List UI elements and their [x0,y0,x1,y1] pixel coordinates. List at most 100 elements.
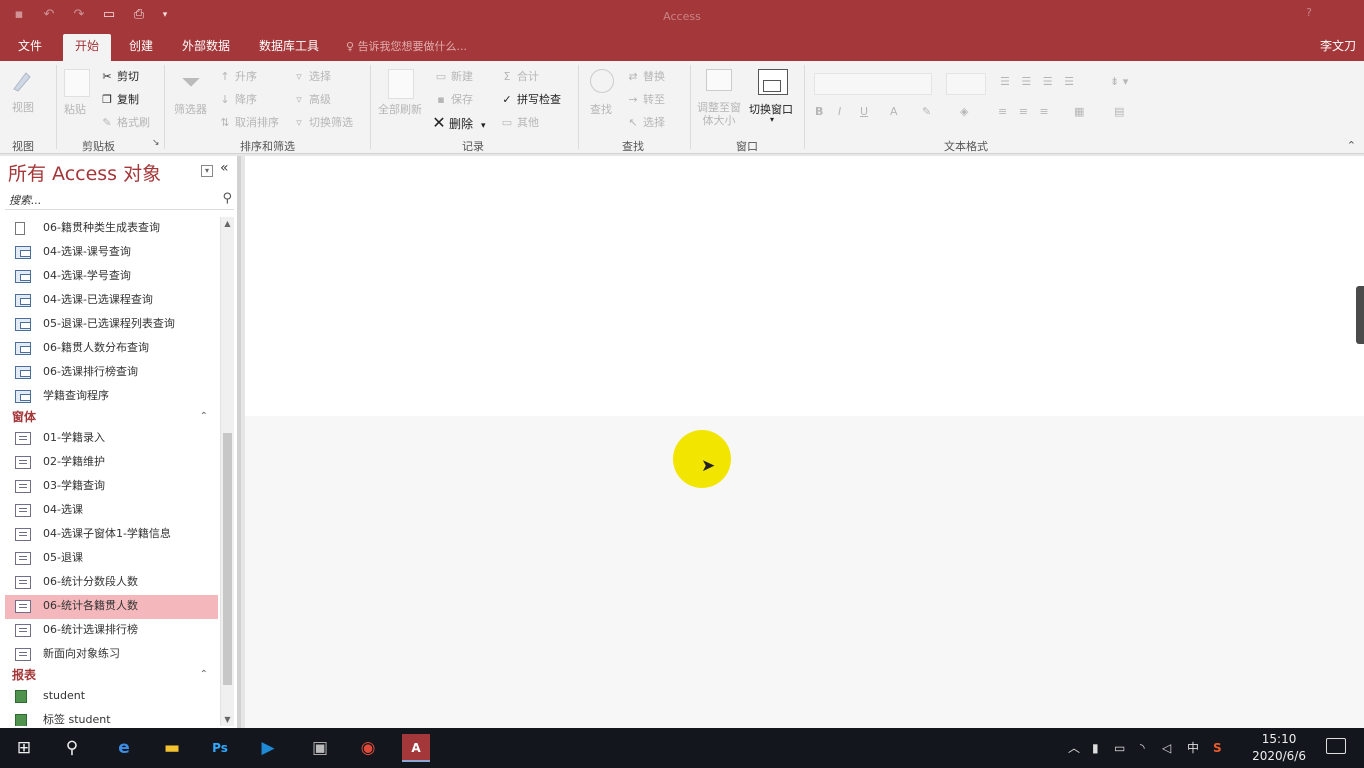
list-item-form[interactable]: 新面向对象练习 [5,643,218,667]
bold-button[interactable]: B [815,105,823,118]
microphone-icon[interactable]: ▮ [1092,728,1099,768]
list-item-form[interactable]: 06-统计选课排行榜 [5,619,218,643]
select-button[interactable]: ↖ 选择 [626,114,665,130]
start-icon[interactable]: ⊞ [10,734,38,762]
list-item-report[interactable]: 标签 student [5,709,218,726]
list-item-query[interactable]: 05-退课-已选课程列表查询 [5,313,218,337]
scroll-down-icon[interactable]: ▼ [221,713,234,726]
nav-pane-title[interactable]: 所有 Access 对象 [8,159,161,186]
sogou-ime-icon[interactable]: S [1213,728,1222,768]
search-icon[interactable]: ⚲ [222,191,232,206]
group-header-reports[interactable]: 报表 ⌃ [5,667,218,685]
tab-external-data[interactable]: 外部数据 [180,34,232,61]
notification-center-icon[interactable] [1326,738,1346,754]
nav-menu-icon[interactable]: ▾ [201,165,213,177]
refresh-all-button[interactable]: 全部刷新 [378,101,422,117]
view-button[interactable]: 视图 [12,99,34,115]
fit-window-icon[interactable] [706,69,732,91]
totals-button[interactable]: Σ 合计 [500,68,539,84]
scroll-up-icon[interactable]: ▲ [221,217,234,230]
list-item-form-selected[interactable]: 06-统计各籍贯人数 [5,595,218,619]
nav-search-box[interactable]: 搜索... ⚲ [5,190,234,210]
tab-home[interactable]: 开始 [63,34,112,61]
toggle-filter-button[interactable]: ▿ 切换筛选 [292,114,353,130]
save-record-button[interactable]: ▪ 保存 [434,91,473,107]
list-item-query[interactable]: 06-籍贯种类生成表查询 [5,217,218,241]
tell-me-search[interactable]: ♀ 告诉我您想要做什么... [346,34,467,59]
delete-record-button[interactable]: ✕ 删除 ▾ [432,113,485,132]
tab-file[interactable]: 文件 [16,34,44,61]
scrollbar-thumb[interactable] [223,433,232,685]
help-icon[interactable]: ? [1306,6,1312,19]
nav-search-input[interactable]: 搜索... [9,192,42,208]
more-records-button[interactable]: ▭ 其他 [500,114,539,130]
fill-color-icon[interactable]: ◈ [960,105,968,118]
selection-filter-button[interactable]: ▿ 选择 [292,68,331,84]
copy-button[interactable]: ❐ 复制 [100,91,139,107]
goto-button[interactable]: → 转至 [626,91,665,107]
file-explorer-icon[interactable]: ▬ [158,734,186,762]
font-name-combo[interactable] [814,73,932,95]
list-item-form[interactable]: 02-学籍维护 [5,451,218,475]
paste-icon[interactable] [64,69,90,97]
collapse-ribbon-icon[interactable]: ⌃ [1347,139,1356,152]
gridlines-icon[interactable]: ▦ [1074,105,1084,118]
switch-windows-icon[interactable] [758,69,788,95]
app-icon[interactable]: ▣ [306,734,334,762]
filter-icon[interactable]: ⏷ [178,69,204,95]
remove-sort-button[interactable]: ⇅ 取消排序 [218,114,279,130]
find-icon[interactable] [590,69,614,93]
list-item-query[interactable]: 04-选课-已选课程查询 [5,289,218,313]
switch-windows-dropdown-icon[interactable]: ▾ [770,115,774,124]
access-icon[interactable]: A [402,734,430,762]
list-item-form[interactable]: 03-学籍查询 [5,475,218,499]
advanced-filter-button[interactable]: ▿ 高级 [292,91,331,107]
find-button[interactable]: 查找 [590,101,612,117]
align-buttons[interactable]: ≡ ≡ ≡ [998,105,1053,118]
refresh-all-icon[interactable] [388,69,414,99]
cut-button[interactable]: ✂ 剪切 [100,68,139,84]
paste-button[interactable]: 粘贴 [64,101,86,117]
sort-ascending-button[interactable]: ↑ 升序 [218,68,257,84]
new-record-button[interactable]: ▭ 新建 [434,68,473,84]
media-player-icon[interactable]: ▶ [254,734,282,762]
list-item-query[interactable]: 04-选课-课号查询 [5,241,218,265]
network-icon[interactable]: ◝ [1140,728,1145,768]
collapse-group-icon[interactable]: ⌃ [200,409,208,425]
user-name[interactable]: 李文刀 [1320,34,1356,59]
paragraph-more-icon[interactable]: ⇟ ▾ [1110,75,1128,88]
list-item-form[interactable]: 01-学籍录入 [5,427,218,451]
clock[interactable]: 15:10 2020/6/6 [1252,731,1306,765]
alternate-row-color-icon[interactable]: ▤ [1114,105,1124,118]
photoshop-icon[interactable]: Ps [206,734,234,762]
list-item-report[interactable]: student [5,685,218,709]
font-color-icon[interactable]: A [890,105,898,118]
list-item-form[interactable]: 05-退课 [5,547,218,571]
list-buttons[interactable]: ☰ ☰ ☰ ☰ [1000,75,1078,88]
clipboard-launcher-icon[interactable]: ↘ [152,138,160,148]
group-header-forms[interactable]: 窗体 ⌃ [5,409,218,427]
ime-indicator[interactable]: 中 [1187,728,1199,768]
list-item-form[interactable]: 04-选课子窗体1-学籍信息 [5,523,218,547]
list-item-query[interactable]: 06-籍贯人数分布查询 [5,337,218,361]
spelling-button[interactable]: ✓ 拼写检查 [500,91,561,107]
fit-window-button[interactable]: 调整至窗体大小 [696,101,742,127]
highlight-icon[interactable]: ✎ [922,105,931,118]
chrome-icon[interactable]: ◉ [354,734,382,762]
tray-overflow-icon[interactable]: ︿ [1068,728,1080,768]
shutter-bar-close-icon[interactable]: « [220,160,229,176]
battery-icon[interactable]: ▭ [1114,728,1125,768]
replace-button[interactable]: ⇄ 替换 [626,68,665,84]
underline-button[interactable]: U [860,105,868,118]
format-painter-button[interactable]: ✎ 格式刷 [100,114,150,130]
nav-scrollbar[interactable]: ▲ ▼ [220,217,234,726]
search-icon[interactable]: ⚲ [58,734,86,762]
sort-descending-button[interactable]: ↓ 降序 [218,91,257,107]
filter-button[interactable]: 筛选器 [174,101,207,117]
italic-button[interactable]: I [838,105,841,118]
font-size-combo[interactable] [946,73,986,95]
volume-icon[interactable]: ◁ [1162,728,1171,768]
collapse-group-icon[interactable]: ⌃ [200,667,208,683]
list-item-query[interactable]: 学籍查询程序 [5,385,218,409]
list-item-query[interactable]: 06-选课排行榜查询 [5,361,218,385]
